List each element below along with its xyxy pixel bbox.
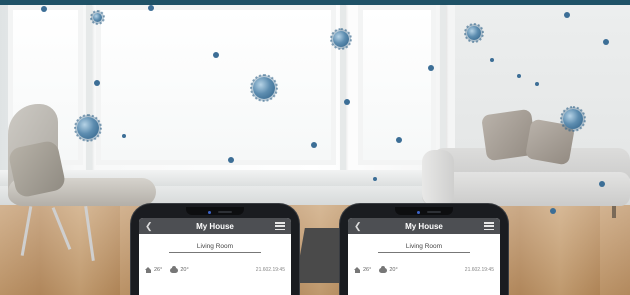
chevron-left-icon[interactable]: ❮ [145,218,155,234]
chevron-left-icon[interactable]: ❮ [354,218,364,234]
armchair-cushion [7,139,67,199]
outdoor-temp-value: 20° [180,267,189,273]
camera-icon [417,211,420,214]
home-icon [145,267,152,273]
virus-particle-icon [90,10,105,25]
app-header: ❮ My House [139,218,291,234]
smartphone: ❮ My House Living Room 26° 20° 21.602.19… [131,204,299,295]
home-icon [354,267,361,273]
indoor-temp-value: 26° [363,267,372,273]
app-header: ❮ My House [348,218,500,234]
particle-dot [599,181,605,187]
sofa-arm [422,150,454,206]
app-title: My House [196,221,234,231]
particle-dot [535,82,539,86]
particle-dot [148,5,154,11]
room-selector[interactable]: Living Room [169,243,261,253]
climate-stats: 26° 20° 21.602.19:45 [139,265,291,273]
smartphone: ❮ My House Living Room 26° 20° 21.602.19… [340,204,508,295]
virus-particle-icon [74,114,102,142]
particle-dot [213,52,219,58]
update-timestamp: 21.602.19:45 [464,267,494,273]
update-timestamp: 21.602.19:45 [255,267,285,273]
particle-dot [490,58,494,62]
indoor-temp-value: 26° [154,267,163,273]
particle-dot [564,12,570,18]
particle-dot [41,6,47,12]
particle-dot [396,137,402,143]
virus-particle-icon [330,28,352,50]
particle-dot [517,74,521,78]
particle-dot [122,134,126,138]
app-title: My House [405,221,443,231]
phone-screen: ❮ My House Living Room 26° 20° 21.602.19… [139,218,291,295]
sofa-leg [612,206,616,218]
speaker-grille [218,211,232,213]
hamburger-menu-icon[interactable] [483,222,494,230]
climate-stats: 26° 20° 21.602.19:45 [348,265,500,273]
cloud-icon [170,265,179,273]
particle-dot [228,157,234,163]
camera-icon [208,211,211,214]
indoor-temperature: 26° [145,267,162,273]
room-selector[interactable]: Living Room [378,243,470,253]
virus-particle-icon [250,74,278,102]
particle-dot [428,65,434,71]
outdoor-temperature: 20° [170,265,189,273]
living-room-scene: ❮ My House Living Room 26° 20° 21.602.19… [0,0,630,295]
window-mullion [86,5,92,175]
particle-dot [373,177,377,181]
outdoor-temp-value: 20° [389,267,398,273]
outdoor-temperature: 20° [379,265,398,273]
speaker-grille [427,211,441,213]
hamburger-menu-icon[interactable] [274,222,285,230]
indoor-temperature: 26° [354,267,371,273]
particle-dot [603,39,609,45]
particle-dot [311,142,317,148]
virus-particle-icon [464,23,484,43]
virus-particle-icon [560,106,586,132]
phone-notch [186,207,244,215]
cloud-icon [379,265,388,273]
particle-dot [344,99,350,105]
phone-screen: ❮ My House Living Room 26° 20° 21.602.19… [348,218,500,295]
particle-dot [550,208,556,214]
window-center [96,5,336,165]
particle-dot [94,80,100,86]
phone-notch [395,207,453,215]
